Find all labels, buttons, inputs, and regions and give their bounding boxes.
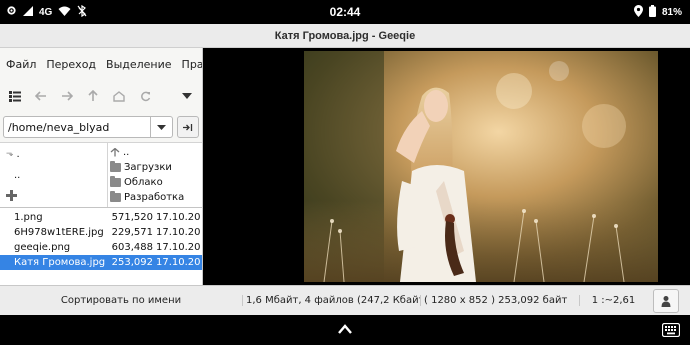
table-row[interactable]: 6H978w1tERE.jpg 229,571 17.10.20 xyxy=(0,225,202,240)
path-input[interactable]: /home/neva_blyad xyxy=(4,121,150,134)
thumbnails-icon[interactable] xyxy=(8,89,22,103)
home-icon[interactable] xyxy=(112,89,126,103)
file-count-info: 1,6 Мбайт, 4 файлов (247,2 Кбайт, 1) xyxy=(242,295,420,306)
bookmarks-list: ⬎ . .. xyxy=(0,143,108,207)
menu-select[interactable]: Выделение xyxy=(106,58,172,71)
folder-icon xyxy=(110,191,121,202)
table-row[interactable]: 1.png 571,520 17.10.20 xyxy=(0,210,202,225)
folder-icon xyxy=(110,176,121,187)
add-bookmark-button[interactable] xyxy=(6,188,101,203)
list-item[interactable]: .. xyxy=(110,145,200,160)
list-item[interactable]: Облако xyxy=(110,175,200,190)
list-item[interactable]: Загрузки xyxy=(110,160,200,175)
window-title: Катя Громова.jpg - Geeqie xyxy=(0,24,690,48)
signal-icon xyxy=(23,5,33,19)
parent-folder-icon xyxy=(110,148,120,157)
directory-area: ⬎ . .. .. Загрузки Облако Разработка xyxy=(0,142,202,208)
toolbar xyxy=(0,80,202,112)
path-go-button[interactable] xyxy=(177,116,199,138)
list-item[interactable]: ⬎ . xyxy=(6,147,101,162)
location-icon xyxy=(633,4,643,20)
bluetooth-off-icon xyxy=(77,4,87,20)
forward-icon[interactable] xyxy=(60,89,74,103)
path-dropdown-button[interactable] xyxy=(150,117,172,137)
android-status-bar: 4G 02:44 81% xyxy=(0,0,690,24)
battery-icon xyxy=(648,4,656,20)
zoom-label[interactable]: 1 :~2,61 xyxy=(579,295,647,306)
file-list: 1.png 571,520 17.10.20 6H978w1tERE.jpg 2… xyxy=(0,208,202,285)
folder-list: .. Загрузки Облако Разработка xyxy=(108,143,202,207)
refresh-icon[interactable] xyxy=(138,89,152,103)
menu-go[interactable]: Переход xyxy=(46,58,96,71)
status-right-group: 81% xyxy=(633,4,690,20)
menu-dropdown-icon[interactable] xyxy=(180,89,194,103)
status-time: 02:44 xyxy=(329,5,361,19)
menu-bar: Файл Переход Выделение Правка xyxy=(0,48,202,80)
path-combo[interactable]: /home/neva_blyad xyxy=(3,116,174,138)
chevron-down-icon xyxy=(157,124,167,130)
person-icon xyxy=(661,295,671,307)
list-item[interactable]: .. xyxy=(6,168,101,183)
menu-file[interactable]: Файл xyxy=(6,58,36,71)
menu-edit[interactable]: Правка xyxy=(182,58,202,71)
network-label: 4G xyxy=(39,6,53,18)
status-left-group: 4G xyxy=(0,4,87,20)
photo-image xyxy=(304,51,658,282)
android-nav-bar xyxy=(0,315,690,345)
tag-icon: ⬎ xyxy=(6,149,14,160)
info-sidebar-button[interactable] xyxy=(653,288,679,313)
table-row-selected[interactable]: Катя Громова.jpg 253,092 17.10.20 xyxy=(0,255,202,270)
path-row: /home/neva_blyad xyxy=(0,112,202,142)
up-icon[interactable] xyxy=(86,89,100,103)
file-browser-panel: Файл Переход Выделение Правка /home/nev xyxy=(0,48,203,285)
jump-to-icon xyxy=(183,123,193,131)
image-info: ( 1280 x 852 ) 253,092 байт xyxy=(420,295,579,306)
plus-icon xyxy=(6,190,17,202)
status-bar: Сортировать по имени 1,6 Мбайт, 4 файлов… xyxy=(0,285,690,315)
folder-icon xyxy=(110,161,121,172)
table-row[interactable]: geeqie.png 603,488 17.10.20 xyxy=(0,240,202,255)
gear-icon xyxy=(6,5,17,19)
back-icon[interactable] xyxy=(34,89,48,103)
image-viewer[interactable] xyxy=(204,48,690,285)
battery-percent: 81% xyxy=(661,6,682,18)
sort-button[interactable]: Сортировать по имени xyxy=(0,295,242,306)
list-item[interactable]: Разработка xyxy=(110,190,200,205)
wifi-icon xyxy=(58,6,71,19)
keyboard-icon[interactable] xyxy=(662,323,680,337)
chevron-up-icon[interactable] xyxy=(337,322,353,336)
